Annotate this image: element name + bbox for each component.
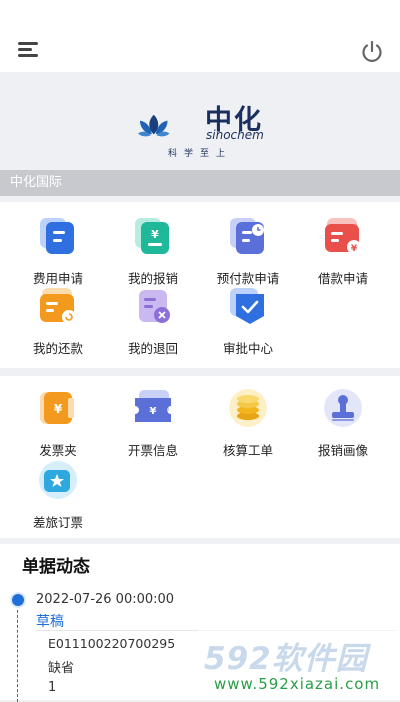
svg-text:¥: ¥ [150,406,157,417]
grid-item-label: 开票信息 [127,443,178,458]
svg-text:¥: ¥ [54,402,63,416]
coins-icon [229,389,267,427]
grid-item-accounting-order[interactable]: 核算工单 [198,388,298,459]
repay-card-icon [40,288,76,324]
grid-item-label: 费用申请 [32,271,83,286]
grid-item-expense-apply[interactable]: 费用申请 [8,216,108,287]
timeline-connector [17,610,18,702]
logo-english-text: sinochem [206,128,264,142]
grid-item-travel-booking[interactable]: 差旅订票 [8,460,108,531]
grid-item-loan-apply[interactable]: ¥ 借款申请 [293,216,393,287]
hamburger-menu-icon[interactable] [18,42,38,58]
prepay-doc-clock-icon [230,218,264,254]
grid-item-my-reimburse[interactable]: ¥ 我的报销 [103,216,203,287]
grid-item-label: 我的退回 [127,341,178,356]
logo-tagline: 科学至上 [168,149,233,159]
grid-item-label: 借款申请 [317,271,368,286]
site-watermark: 592软件园 www.592xiazai.com [198,627,400,700]
grid-item-invoice-folder[interactable]: ¥ 发票夹 [8,388,108,459]
grid-item-prepay-apply[interactable]: 预付款申请 [198,216,298,287]
loan-card-icon: ¥ [325,218,361,254]
invoice-folder-icon: ¥ [40,392,74,424]
grid-item-label: 发票夹 [39,443,77,458]
documents-section-title: 单据动态 [22,557,90,577]
invoice-ticket-icon: ¥ [135,390,171,422]
grid-item-label: 审批中心 [222,341,273,356]
returned-doc-icon [139,290,170,323]
document-number: E011100220700295 [48,636,176,651]
stamp-icon [324,389,362,427]
grid-item-label: 核算工单 [222,443,273,458]
grid-item-reimburse-profile[interactable]: 报销画像 [293,388,393,459]
timeline-dot-icon [12,594,24,606]
travel-ticket-icon [39,461,77,499]
document-status: 草稿 [36,614,64,630]
watermark-url: www.592xiazai.com [214,675,381,693]
watermark-brand: 592软件园 [204,641,368,677]
approval-check-icon [230,288,264,324]
banner-caption: 中化国际 [0,170,400,196]
top-bar [0,0,400,72]
reimburse-doc-icon: ¥ [135,218,169,254]
grid-item-label: 预付款申请 [216,271,280,286]
document-count: 1 [48,680,57,695]
document-type: 缺省 [48,661,75,676]
grid-item-label: 我的报销 [127,271,178,286]
power-icon[interactable] [360,40,384,64]
grid-item-label: 我的还款 [32,341,83,356]
grid-item-my-repayment[interactable]: 我的还款 [8,286,108,357]
grid-item-invoice-info[interactable]: ¥ 开票信息 [103,388,203,459]
svg-text:¥: ¥ [351,244,358,254]
grid-item-label: 报销画像 [317,443,368,458]
document-date: 2022-07-26 00:00:00 [36,592,175,607]
expense-doc-icon [40,218,74,254]
grid-item-label: 差旅订票 [32,515,83,530]
grid-item-approval-center[interactable]: 审批中心 [198,286,298,357]
svg-text:¥: ¥ [151,228,159,241]
grid-item-my-returned[interactable]: 我的退回 [103,286,203,357]
